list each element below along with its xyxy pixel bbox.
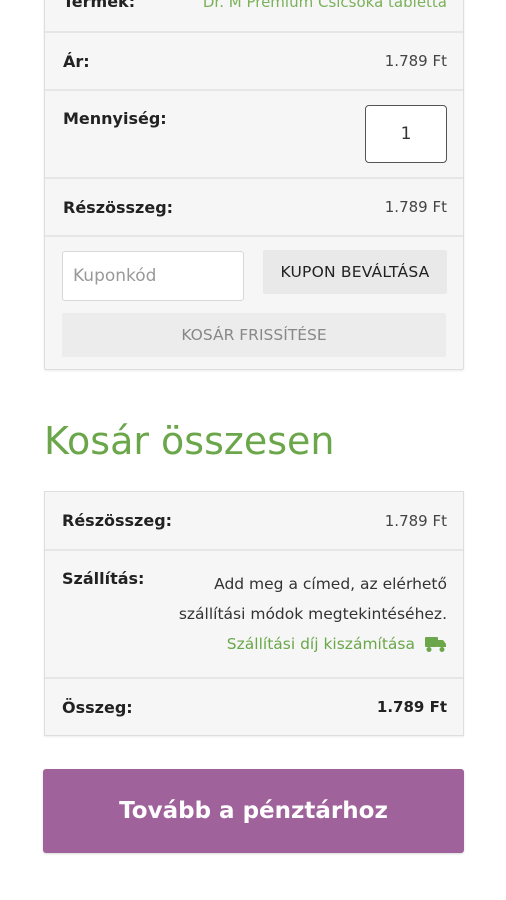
totals-subtotal-row: Részösszeg: 1.789 Ft (45, 492, 463, 549)
quantity-row: Mennyiség: 1 (45, 89, 463, 177)
coupon-line: KUPON BEVÁLTÁSA (62, 250, 447, 301)
truck-icon[interactable] (425, 635, 447, 653)
quantity-input[interactable]: 1 (365, 105, 447, 163)
totals-subtotal-label: Részösszeg: (62, 511, 173, 530)
coupon-row: KUPON BEVÁLTÁSA KOSÁR FRISSÍTÉSE (45, 235, 463, 369)
price-row: Ár: 1.789 Ft (45, 31, 463, 89)
cart-totals-table: Részösszeg: 1.789 Ft Szállítás: Add meg … (44, 491, 464, 736)
cart-page: Termék: Dr. M Premium Csicsóka tabletta … (0, 0, 506, 900)
totals-subtotal-value: 1.789 Ft (384, 511, 447, 530)
shipping-row: Szállítás: Add meg a címed, az elérhető … (45, 549, 463, 677)
cart-item-table: Termék: Dr. M Premium Csicsóka tabletta … (44, 0, 464, 370)
coupon-code-input[interactable] (62, 251, 244, 301)
total-value: 1.789 Ft (376, 698, 447, 716)
update-cart-button[interactable]: KOSÁR FRISSÍTÉSE (62, 313, 446, 357)
product-name-link[interactable]: Dr. M Premium Csicsóka tabletta (203, 0, 447, 11)
subtotal-row: Részösszeg: 1.789 Ft (45, 177, 463, 235)
shipping-label: Szállítás: (62, 569, 145, 588)
subtotal-label: Részösszeg: (63, 197, 174, 217)
total-row: Összeg: 1.789 Ft (45, 677, 463, 735)
shipping-calculator-link[interactable]: Szállítási díj kiszámítása (227, 635, 447, 653)
product-label: Termék: (63, 0, 136, 11)
shipping-note: Add meg a címed, az elérhető szállítási … (178, 575, 447, 623)
proceed-to-checkout-button[interactable]: Tovább a pénztárhoz (43, 769, 464, 853)
apply-coupon-button[interactable]: KUPON BEVÁLTÁSA (263, 250, 447, 294)
subtotal-value: 1.789 Ft (384, 198, 447, 216)
shipping-calculator-label[interactable]: Szállítási díj kiszámítása (227, 635, 415, 653)
shipping-info: Add meg a címed, az elérhető szállítási … (144, 569, 447, 653)
quantity-label: Mennyiség: (63, 109, 167, 128)
price-value: 1.789 Ft (384, 52, 447, 70)
product-row: Termék: Dr. M Premium Csicsóka tabletta (45, 0, 463, 31)
cart-totals-title: Kosár összesen (44, 419, 335, 463)
price-label: Ár: (63, 51, 90, 71)
total-label: Összeg: (62, 697, 133, 717)
